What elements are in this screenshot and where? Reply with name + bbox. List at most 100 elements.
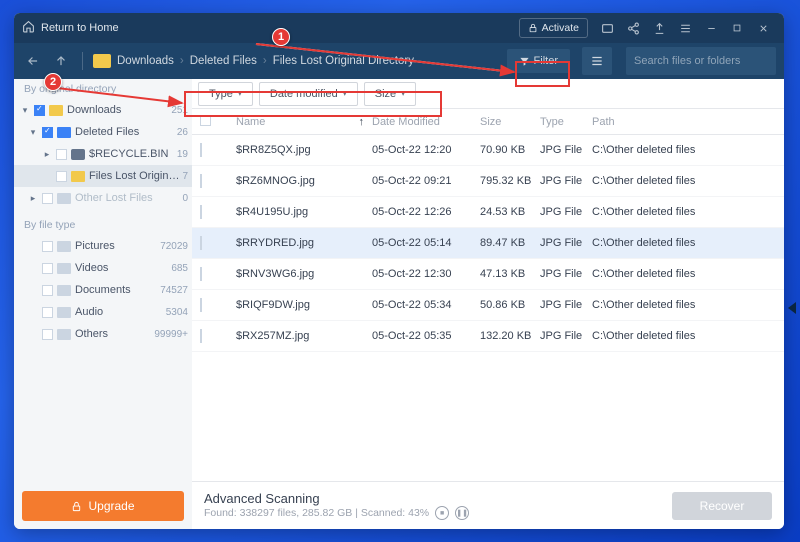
share-icon[interactable] (620, 13, 646, 43)
back-button[interactable] (22, 50, 44, 72)
row-checkbox[interactable] (200, 236, 202, 250)
checkbox[interactable] (42, 263, 53, 274)
search-input[interactable] (634, 55, 776, 67)
tree-item-type[interactable]: Others99999+ (14, 323, 192, 345)
return-home-link[interactable]: Return to Home (41, 22, 119, 34)
column-path[interactable]: Path (592, 116, 784, 128)
table-row[interactable]: $R4U195U.jpg05-Oct-22 12:2624.53 KBJPG F… (192, 197, 784, 228)
row-checkbox[interactable] (200, 267, 202, 281)
activate-button[interactable]: Activate (519, 18, 588, 38)
chevron-right-icon[interactable]: ▸ (28, 193, 38, 204)
tree-item-type[interactable]: Documents74527 (14, 279, 192, 301)
tree-item-type[interactable]: Pictures72029 (14, 235, 192, 257)
breadcrumb[interactable]: Deleted Files (190, 55, 257, 67)
folder-icon (93, 54, 111, 68)
minimize-icon[interactable] (698, 13, 724, 43)
table-row[interactable]: $RR8Z5QX.jpg05-Oct-22 12:2070.90 KBJPG F… (192, 135, 784, 166)
checkbox[interactable] (56, 171, 67, 182)
menu-icon[interactable] (672, 13, 698, 43)
tree-item-lost-original[interactable]: Files Lost Original Direct... 7 (14, 165, 192, 187)
feedback-icon[interactable] (594, 13, 620, 43)
sidebar-section-label: By file type (14, 215, 192, 235)
row-checkbox[interactable] (200, 143, 202, 157)
breadcrumb[interactable]: Downloads (117, 55, 174, 67)
breadcrumb[interactable]: Files Lost Original Directory (273, 55, 414, 67)
view-toggle-button[interactable] (582, 47, 612, 75)
sidebar-section-label: By original directory (14, 79, 192, 99)
funnel-icon (519, 56, 530, 67)
category-icon (57, 307, 71, 318)
filter-button[interactable]: Filter (507, 49, 570, 73)
recover-button[interactable]: Recover (672, 492, 772, 520)
tree-item-type[interactable]: Audio5304 (14, 301, 192, 323)
filter-date[interactable]: Date modified▾ (259, 82, 358, 106)
up-button[interactable] (50, 50, 72, 72)
category-icon (57, 285, 71, 296)
sidebar: By original directory ▾ Downloads 251 ▾ … (14, 79, 192, 529)
row-checkbox[interactable] (200, 298, 202, 312)
filter-type[interactable]: Type▾ (198, 82, 253, 106)
lock-icon (528, 23, 538, 33)
checkbox[interactable] (42, 127, 53, 138)
chevron-right-icon[interactable]: ▸ (42, 149, 52, 160)
row-checkbox[interactable] (200, 329, 202, 343)
chevron-down-icon[interactable]: ▾ (20, 105, 30, 116)
table-row[interactable]: $RX257MZ.jpg05-Oct-22 05:35132.20 KBJPG … (192, 321, 784, 352)
filter-size[interactable]: Size▾ (364, 82, 416, 106)
table-header: Name↑ Date Modified Size Type Path (192, 109, 784, 135)
column-name[interactable]: Name↑ (236, 116, 372, 128)
content: Type▾ Date modified▾ Size▾ Name↑ Date Mo… (192, 79, 784, 529)
select-all-checkbox[interactable] (200, 115, 211, 126)
table-row[interactable]: $RZ6MNOG.jpg05-Oct-22 09:21795.32 KBJPG … (192, 166, 784, 197)
chevron-down-icon: ▾ (238, 89, 242, 98)
lock-icon (71, 501, 82, 512)
sort-arrow-icon: ↑ (359, 116, 365, 128)
scan-stats: Found: 338297 files, 285.82 GB | Scanned… (204, 507, 429, 519)
close-icon[interactable] (750, 13, 776, 43)
checkbox[interactable] (42, 241, 53, 252)
category-icon (57, 329, 71, 340)
chevron-down-icon: ▾ (343, 89, 347, 98)
footer: Advanced Scanning Found: 338297 files, 2… (192, 481, 784, 529)
row-checkbox[interactable] (200, 205, 202, 219)
export-icon[interactable] (646, 13, 672, 43)
tree-item-deleted[interactable]: ▾ Deleted Files 26 (14, 121, 192, 143)
tree-item-other-lost[interactable]: ▸ Other Lost Files 0 (14, 187, 192, 209)
row-checkbox[interactable] (200, 174, 202, 188)
titlebar: Return to Home Activate (14, 13, 784, 43)
category-icon (57, 241, 71, 252)
disclosure-arrow-icon (788, 302, 796, 314)
main: By original directory ▾ Downloads 251 ▾ … (14, 79, 784, 529)
maximize-icon[interactable] (724, 13, 750, 43)
home-icon[interactable] (22, 20, 35, 36)
category-icon (57, 263, 71, 274)
table-row[interactable]: $RNV3WG6.jpg05-Oct-22 12:3047.13 KBJPG F… (192, 259, 784, 290)
search-box[interactable] (626, 47, 776, 75)
table-body: $RR8Z5QX.jpg05-Oct-22 12:2070.90 KBJPG F… (192, 135, 784, 481)
checkbox[interactable] (56, 149, 67, 160)
chevron-down-icon[interactable]: ▾ (28, 127, 38, 138)
folder-icon (49, 105, 63, 116)
checkbox[interactable] (42, 193, 53, 204)
tree-item-type[interactable]: Videos685 (14, 257, 192, 279)
column-date[interactable]: Date Modified (372, 116, 480, 128)
table-row[interactable]: $RIQF9DW.jpg05-Oct-22 05:3450.86 KBJPG F… (192, 290, 784, 321)
navbar: Downloads › Deleted Files › Files Lost O… (14, 43, 784, 79)
tree-item-recycle[interactable]: ▸ $RECYCLE.BIN 19 (14, 143, 192, 165)
upgrade-button[interactable]: Upgrade (22, 491, 184, 521)
tree-item-downloads[interactable]: ▾ Downloads 251 (14, 99, 192, 121)
stop-button[interactable]: ■ (435, 506, 449, 520)
folder-icon (57, 127, 71, 138)
column-type[interactable]: Type (540, 116, 592, 128)
chevron-down-icon: ▾ (401, 89, 405, 98)
checkbox[interactable] (34, 105, 45, 116)
checkbox[interactable] (42, 285, 53, 296)
table-row[interactable]: $RRYDRED.jpg05-Oct-22 05:1489.47 KBJPG F… (192, 228, 784, 259)
column-size[interactable]: Size (480, 116, 540, 128)
filter-row: Type▾ Date modified▾ Size▾ (192, 79, 784, 109)
chevron-right-icon: › (263, 55, 267, 67)
checkbox[interactable] (42, 329, 53, 340)
pause-button[interactable]: ❚❚ (455, 506, 469, 520)
app-window: Return to Home Activate Downloads › Dele… (14, 13, 784, 529)
checkbox[interactable] (42, 307, 53, 318)
